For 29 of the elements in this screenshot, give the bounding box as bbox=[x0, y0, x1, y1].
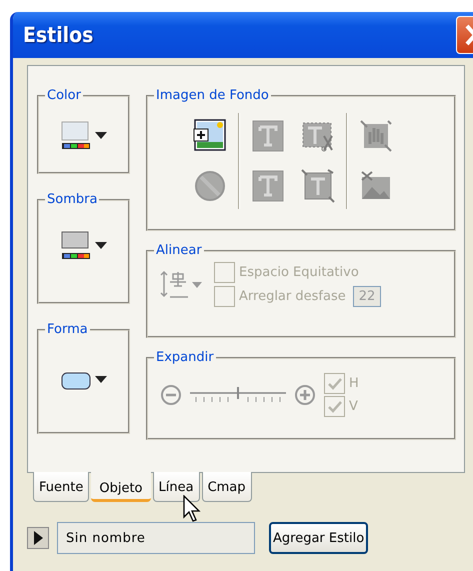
add-style-button[interactable]: Agregar Estilo bbox=[269, 522, 368, 554]
axis-label: V bbox=[349, 399, 358, 414]
group-label: Expandir bbox=[155, 350, 215, 365]
window-title: Estilos bbox=[23, 23, 94, 47]
group-label: Imagen de Fondo bbox=[155, 88, 270, 103]
fill-color-icon[interactable] bbox=[60, 121, 90, 151]
style-name-field[interactable]: Sin nombre bbox=[57, 522, 255, 554]
group-label: Alinear bbox=[155, 243, 203, 258]
zoom-out-icon[interactable] bbox=[160, 384, 182, 406]
caret-icon[interactable] bbox=[94, 242, 106, 250]
option-label: Arreglar desfase bbox=[239, 289, 346, 304]
checkmark-icon bbox=[328, 378, 342, 390]
mouse-pointer-icon bbox=[183, 495, 201, 523]
caret-icon[interactable] bbox=[94, 376, 106, 384]
caret-icon[interactable] bbox=[94, 132, 106, 140]
tab[interactable]: Fuente bbox=[33, 472, 90, 502]
group-label: Color bbox=[46, 88, 82, 103]
group-label: Sombra bbox=[46, 192, 98, 207]
tab[interactable]: Cmap bbox=[202, 472, 252, 502]
axis-label: H bbox=[349, 376, 359, 391]
play-icon[interactable] bbox=[27, 527, 49, 549]
add-image-icon[interactable] bbox=[192, 118, 228, 154]
zoom-in-icon[interactable] bbox=[294, 384, 316, 406]
shadow-color-icon[interactable] bbox=[60, 231, 90, 261]
option-label: Espacio Equitativo bbox=[239, 265, 359, 280]
checkmark-icon bbox=[328, 400, 342, 412]
tab[interactable]: Línea bbox=[152, 472, 200, 502]
tab[interactable]: Objeto bbox=[91, 472, 150, 502]
group-label: Forma bbox=[46, 322, 89, 337]
